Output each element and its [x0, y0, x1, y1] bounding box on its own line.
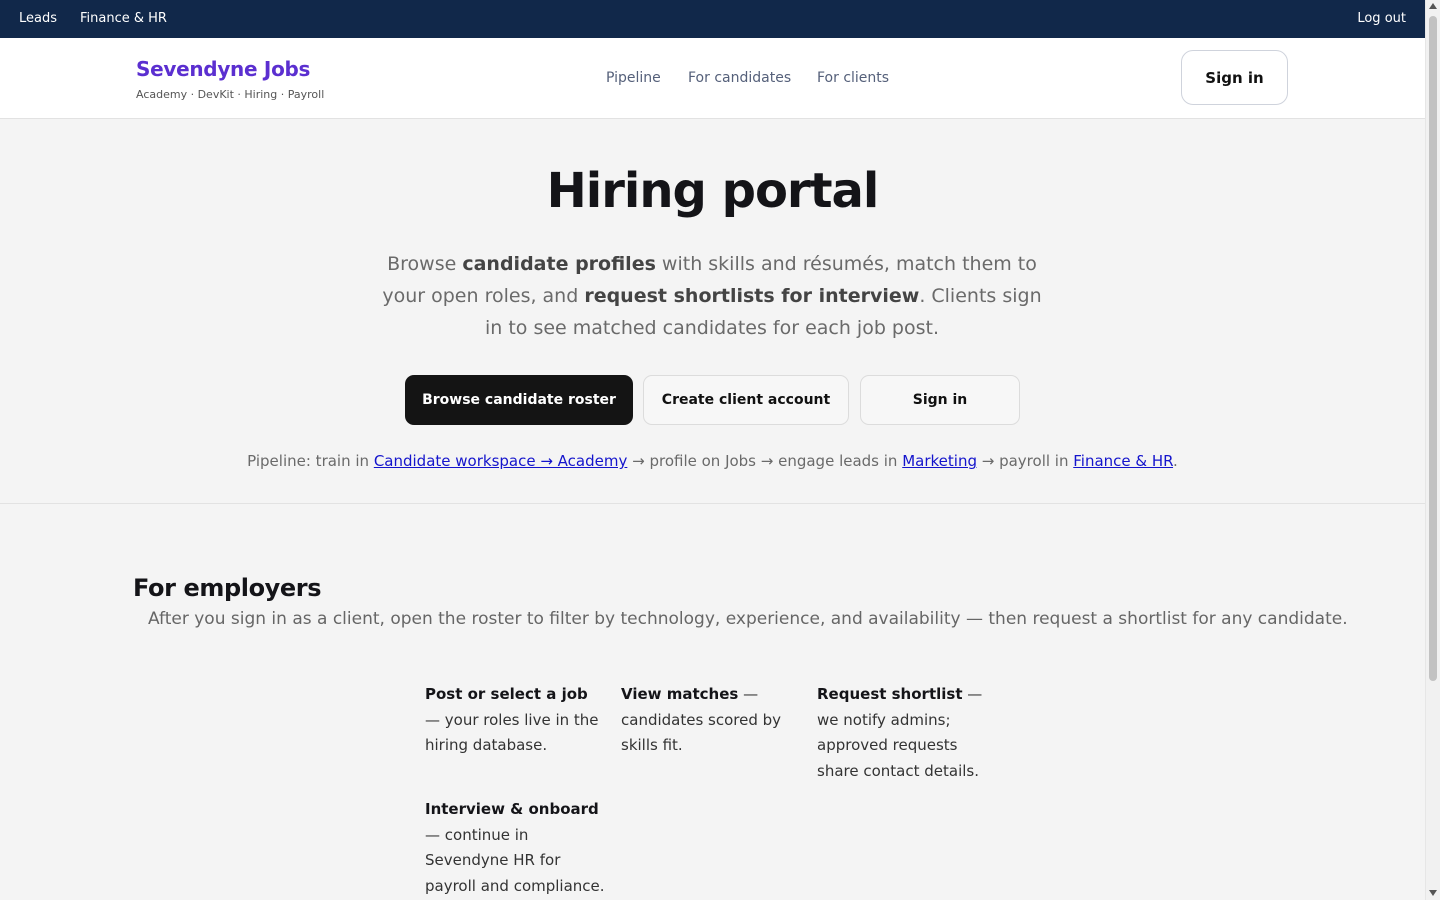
step-title: Post or select a job — [425, 685, 588, 703]
nav-for-clients[interactable]: For clients — [817, 70, 889, 86]
hero-sign-in-button[interactable]: Sign in — [860, 375, 1020, 425]
nav-pipeline[interactable]: Pipeline — [606, 70, 661, 86]
brand-tagline: Academy · DevKit · Hiring · Payroll — [136, 88, 325, 101]
section-divider — [0, 503, 1425, 504]
nav-for-candidates[interactable]: For candidates — [688, 70, 791, 86]
browse-candidate-roster-button[interactable]: Browse candidate roster — [405, 375, 633, 425]
hero-desc-text: Browse — [387, 253, 463, 275]
step-text: — continue in Sevendyne HR for payroll a… — [425, 825, 605, 895]
topbar-finance-hr-link[interactable]: Finance & HR — [80, 11, 167, 26]
finance-hr-link[interactable]: Finance & HR — [1073, 452, 1173, 470]
step-text: — your roles live in the hiring database… — [425, 710, 599, 755]
candidate-workspace-academy-link[interactable]: Candidate workspace → Academy — [374, 452, 628, 470]
site-header: Sevendyne Jobs Academy · DevKit · Hiring… — [0, 38, 1425, 119]
employer-step: Request shortlist — we notify admins; ap… — [817, 682, 997, 784]
page-scrollbar[interactable] — [1425, 0, 1440, 900]
pipeline-text: . — [1173, 452, 1178, 470]
scrollbar-thumb[interactable] — [1429, 16, 1437, 681]
step-title: View matches — [621, 685, 739, 703]
pipeline-text: → profile on Jobs → engage leads in — [627, 452, 903, 470]
pipeline-description: Pipeline: train in Candidate workspace →… — [0, 452, 1425, 470]
pipeline-text: → payroll in — [976, 452, 1074, 470]
employer-step: Interview & onboard — continue in Sevend… — [425, 797, 605, 899]
hero-desc-bold: candidate profiles — [462, 253, 656, 275]
create-client-account-button[interactable]: Create client account — [643, 375, 849, 425]
employer-step: Post or select a job — your roles live i… — [425, 682, 605, 759]
logout-link[interactable]: Log out — [1357, 11, 1406, 26]
top-utility-bar: Leads Finance & HR Log out — [0, 0, 1425, 38]
hero-desc-bold: request shortlists for interview — [584, 285, 920, 307]
step-title: Request shortlist — [817, 685, 963, 703]
scroll-up-arrow-icon[interactable] — [1429, 3, 1437, 9]
page-title: Hiring portal — [546, 163, 880, 219]
step-title: Interview & onboard — [425, 800, 599, 818]
employers-section-title: For employers — [133, 574, 322, 602]
topbar-leads-link[interactable]: Leads — [19, 11, 57, 26]
scroll-down-arrow-icon[interactable] — [1429, 890, 1437, 896]
brand-logo[interactable]: Sevendyne Jobs — [136, 57, 310, 81]
hero-description: Browse candidate profiles with skills an… — [372, 248, 1052, 344]
employers-description: After you sign in as a client, open the … — [148, 609, 1348, 629]
pipeline-text: Pipeline: train in — [247, 452, 374, 470]
marketing-link[interactable]: Marketing — [902, 452, 977, 470]
header-sign-in-button[interactable]: Sign in — [1181, 50, 1288, 105]
employer-step: View matches — candidates scored by skil… — [621, 682, 801, 759]
